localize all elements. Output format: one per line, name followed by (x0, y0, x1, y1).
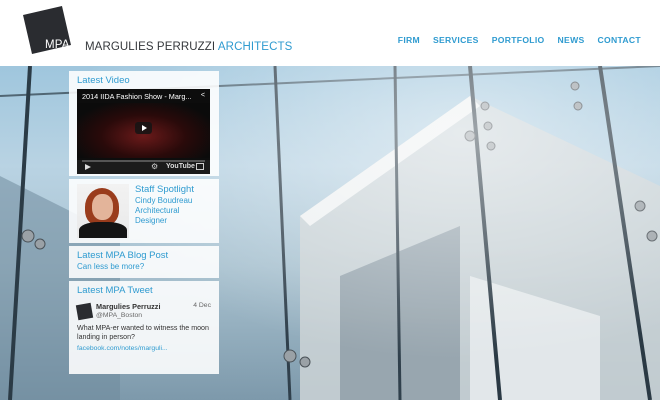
logo-mark-text: MPA (45, 39, 70, 51)
site-header: MPA MARGULIES PERRUZZI ARCHITECTS FIRM S… (0, 0, 660, 66)
tweet-handle[interactable]: @MPA_Boston (96, 312, 160, 319)
latest-tweet-panel: Latest MPA Tweet Margulies Perruzzi @MPA… (69, 281, 219, 374)
staff-spotlight-panel: Staff Spotlight Cindy Boudreau Architect… (69, 179, 219, 243)
share-icon[interactable]: < (201, 92, 205, 99)
video-title[interactable]: 2014 IIDA Fashion Show - Marg... (82, 92, 192, 101)
nav-services[interactable]: SERVICES (433, 35, 479, 45)
fullscreen-icon[interactable] (196, 163, 204, 170)
latest-video-panel: Latest Video 2014 IIDA Fashion Show - Ma… (69, 71, 219, 176)
staff-photo[interactable] (77, 184, 129, 238)
tweet-author-block: Margulies Perruzzi @MPA_Boston (96, 302, 160, 319)
staff-name-link[interactable]: Cindy Boudreau Architectural Designer (135, 196, 207, 226)
tweet-body: What MPA-er wanted to witness the moon l… (77, 324, 209, 341)
nav-portfolio[interactable]: PORTFOLIO (492, 35, 545, 45)
play-button[interactable] (135, 122, 152, 134)
nav-contact[interactable]: CONTACT (598, 35, 641, 45)
youtube-logo[interactable]: YouTube (166, 163, 195, 170)
tweet-date[interactable]: 4 Dec (193, 302, 211, 309)
main-nav: FIRM SERVICES PORTFOLIO NEWS CONTACT (398, 35, 641, 45)
blog-post-panel: Latest MPA Blog Post Can less be more? (69, 246, 219, 278)
play-icon[interactable] (85, 164, 91, 170)
sidebar: Latest Video 2014 IIDA Fashion Show - Ma… (69, 71, 219, 377)
video-controls: ⚙ YouTube (77, 160, 210, 174)
blog-post-link[interactable]: Can less be more? (77, 262, 211, 271)
logo-suffix: ARCHITECTS (217, 41, 293, 53)
nav-firm[interactable]: FIRM (398, 35, 420, 45)
logo-name: MARGULIES PERRUZZI (85, 41, 216, 53)
staff-photo-body (79, 222, 127, 238)
logo-wordmark: MARGULIES PERRUZZI ARCHITECTS (85, 41, 292, 53)
nav-news[interactable]: NEWS (558, 35, 585, 45)
staff-text: Staff Spotlight Cindy Boudreau Architect… (135, 183, 207, 239)
video-player[interactable]: 2014 IIDA Fashion Show - Marg... < ⚙ You… (77, 89, 210, 174)
staff-spotlight-heading: Staff Spotlight (135, 184, 194, 195)
latest-video-heading: Latest Video (77, 75, 130, 86)
logo[interactable]: MPA MARGULIES PERRUZZI ARCHITECTS (23, 6, 292, 54)
staff-photo-face (92, 194, 113, 220)
blog-heading: Latest MPA Blog Post (77, 250, 169, 261)
tweet-header: Margulies Perruzzi @MPA_Boston 4 Dec (75, 302, 211, 321)
tweet-link[interactable]: facebook.com/notes/marguli... (77, 345, 211, 352)
video-progress-bar[interactable] (82, 160, 205, 162)
tweet-author[interactable]: Margulies Perruzzi (96, 302, 160, 311)
settings-icon[interactable]: ⚙ (151, 162, 158, 171)
tweet-heading: Latest MPA Tweet (77, 285, 153, 296)
avatar[interactable] (75, 302, 94, 321)
